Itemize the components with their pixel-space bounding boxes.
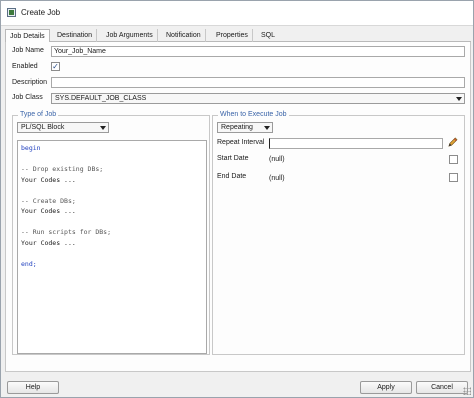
enabled-label: Enabled <box>12 63 38 70</box>
code-line: Your Codes ... <box>21 207 76 215</box>
help-button[interactable]: Help <box>7 381 59 394</box>
tab-job-details[interactable]: Job Details <box>5 29 50 43</box>
job-details-panel: Job Name Your_Job_Name Enabled ✓ Descrip… <box>5 42 471 372</box>
end-date-value: (null) <box>269 175 285 182</box>
help-button-label: Help <box>25 384 41 391</box>
when-to-execute-group: When to Execute Job Repeating Repeat Int… <box>212 111 465 355</box>
job-name-label: Job Name <box>12 47 44 54</box>
plsql-code-editor[interactable]: begin -- Drop existing DBs; Your Codes ...… <box>17 140 207 354</box>
tab-properties[interactable]: Properties <box>212 29 253 42</box>
tab-destination[interactable]: Destination <box>53 29 98 42</box>
title-bar: Create Job <box>1 1 473 26</box>
start-date-value: (null) <box>269 156 285 163</box>
tab-strip: Job Details Destination Job Arguments No… <box>5 29 471 43</box>
code-line: Your Codes ... <box>21 238 76 247</box>
tab-sql[interactable]: SQL <box>257 29 279 42</box>
tab-notification[interactable]: Notification <box>162 29 206 42</box>
chevron-down-icon <box>264 126 270 130</box>
pencil-icon[interactable] <box>447 137 458 148</box>
code-line: -- Drop existing DBs; <box>21 165 104 173</box>
schedule-type-select[interactable]: Repeating <box>217 122 273 133</box>
code-line: begin <box>21 144 41 152</box>
repeat-interval-field[interactable] <box>269 138 443 149</box>
job-class-value: SYS.DEFAULT_JOB_CLASS <box>55 95 147 102</box>
cancel-button-label: Cancel <box>431 384 453 391</box>
chevron-down-icon <box>456 97 462 101</box>
type-of-job-title: Type of Job <box>18 111 59 118</box>
type-of-job-group: Type of Job PL/SQL Block begin -- Drop ex… <box>12 111 210 355</box>
job-type-value: PL/SQL Block <box>21 124 65 131</box>
when-to-execute-title: When to Execute Job <box>218 111 289 118</box>
job-class-select[interactable]: SYS.DEFAULT_JOB_CLASS <box>51 93 465 104</box>
apply-button-label: Apply <box>377 384 395 391</box>
description-field[interactable] <box>51 77 465 88</box>
code-line: Your Codes ... <box>21 175 76 184</box>
start-date-label: Start Date <box>217 155 249 162</box>
end-date-checkbox[interactable] <box>449 173 458 182</box>
description-label: Description <box>12 79 48 86</box>
create-job-dialog: Create Job Job Details Destination Job A… <box>0 0 474 398</box>
job-type-select[interactable]: PL/SQL Block <box>17 122 109 133</box>
app-icon <box>7 8 16 17</box>
apply-button[interactable]: Apply <box>360 381 412 394</box>
repeat-interval-label: Repeat Interval <box>217 139 265 146</box>
code-line: -- Run scripts for DBs; <box>21 228 112 236</box>
code-line: end; <box>21 259 37 268</box>
job-name-field[interactable]: Your_Job_Name <box>51 46 465 57</box>
resize-grip[interactable] <box>463 387 471 395</box>
schedule-type-value: Repeating <box>221 124 253 131</box>
start-date-checkbox[interactable] <box>449 155 458 164</box>
tab-job-arguments[interactable]: Job Arguments <box>102 29 158 42</box>
chevron-down-icon <box>100 126 106 130</box>
window-title: Create Job <box>21 8 61 17</box>
end-date-label: End Date <box>217 173 247 180</box>
code-line: -- Create DBs; <box>21 196 76 205</box>
job-class-label: Job Class <box>12 94 43 101</box>
enabled-checkbox[interactable]: ✓ <box>51 62 60 71</box>
cancel-button[interactable]: Cancel <box>416 381 468 394</box>
